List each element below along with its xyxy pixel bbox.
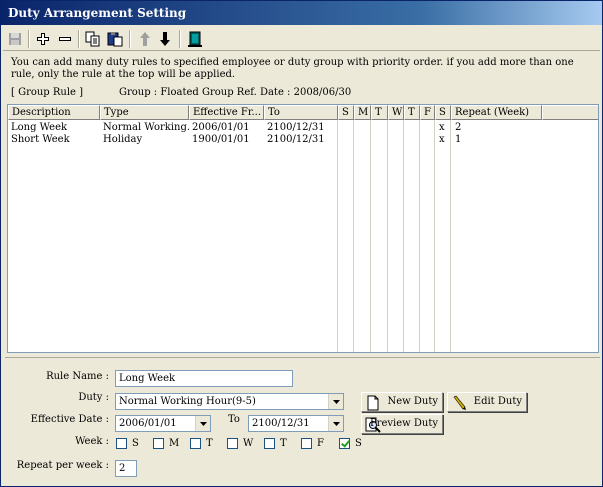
- new-document-icon: [365, 395, 381, 411]
- duty-arrangement-window: Duty Arrangement Setting You can add man…: [0, 0, 603, 487]
- week-day-checkbox-4[interactable]: [264, 438, 275, 449]
- repeat-per-week-input[interactable]: 2: [115, 460, 137, 477]
- col-header-sun[interactable]: S: [338, 105, 354, 120]
- col-header-sat[interactable]: S: [435, 105, 451, 120]
- table-cell: 2100/12/31: [267, 122, 325, 133]
- duty-label: Duty :: [78, 392, 109, 403]
- preview-duty-button[interactable]: Preview Duty: [361, 414, 443, 434]
- table-cell: 1: [455, 134, 462, 145]
- week-day-label-6: S: [355, 438, 362, 449]
- pencil-icon: [451, 395, 467, 411]
- week-day-label-2: T: [206, 438, 213, 449]
- to-label: To: [228, 414, 240, 425]
- week-day-checkbox-0[interactable]: [116, 438, 127, 449]
- arrow-down-icon[interactable]: [155, 29, 175, 49]
- table-cell: Holiday: [103, 134, 143, 145]
- col-header-tue[interactable]: T: [371, 105, 388, 120]
- week-day-label-1: M: [169, 438, 180, 449]
- week-day-label-3: W: [243, 438, 254, 449]
- chevron-down-icon[interactable]: [195, 416, 210, 431]
- table-cell: Normal Working...: [103, 122, 189, 133]
- info-text: You can add many duty rules to specified…: [11, 57, 574, 80]
- week-day-label-5: F: [317, 438, 324, 449]
- paste-icon[interactable]: [105, 29, 125, 49]
- toolbar: [3, 27, 600, 51]
- week-day-label-0: S: [132, 438, 139, 449]
- rule-name-input[interactable]: Long Week: [115, 370, 293, 387]
- duty-rule-table[interactable]: Description Type Effective Fr... To S M …: [7, 104, 599, 353]
- effective-from-picker[interactable]: 2006/01/01: [115, 415, 211, 432]
- chevron-down-icon[interactable]: [328, 394, 343, 409]
- week-day-checkbox-3[interactable]: [227, 438, 238, 449]
- rule-edit-form: Rule Name : Long Week Duty : Normal Work…: [5, 357, 600, 485]
- week-label: Week :: [75, 436, 109, 447]
- table-cell: x: [439, 122, 445, 133]
- col-header-repeat[interactable]: Repeat (Week): [451, 105, 542, 120]
- col-header-thu[interactable]: T: [404, 105, 420, 120]
- col-header-filler: [542, 105, 598, 120]
- group-info: Group : Floated Group Ref. Date : 2008/0…: [119, 87, 352, 98]
- exit-door-icon[interactable]: [185, 29, 205, 49]
- col-header-wed[interactable]: W: [388, 105, 404, 120]
- plus-icon[interactable]: [33, 29, 53, 49]
- table-cell: 2: [455, 122, 462, 133]
- table-row[interactable]: Long Week: [8, 122, 100, 134]
- table-cell: 1900/01/01: [192, 134, 250, 145]
- col-header-description[interactable]: Description: [8, 105, 100, 120]
- chevron-down-icon[interactable]: [328, 416, 343, 431]
- new-duty-button[interactable]: New Duty: [361, 392, 443, 412]
- duty-select-value: Normal Working Hour(9-5): [119, 396, 256, 407]
- effective-to-picker[interactable]: 2100/12/31: [248, 415, 344, 432]
- effective-from-value: 2006/01/01: [119, 418, 177, 429]
- window-title: Duty Arrangement Setting: [1, 1, 602, 25]
- week-day-label-4: T: [280, 438, 287, 449]
- table-row[interactable]: Short Week: [8, 134, 100, 146]
- rule-name-label: Rule Name :: [46, 371, 109, 382]
- table-cell: 2006/01/01: [192, 122, 250, 133]
- table-cell: 2100/12/31: [267, 134, 325, 145]
- table-cell: x: [439, 134, 445, 145]
- edit-duty-button[interactable]: Edit Duty: [447, 392, 527, 412]
- effective-date-label: Effective Date :: [30, 414, 109, 425]
- col-header-mon[interactable]: M: [354, 105, 371, 120]
- week-day-checkbox-2[interactable]: [190, 438, 201, 449]
- repeat-per-week-label: Repeat per week :: [16, 460, 109, 471]
- group-rule-label: [ Group Rule ]: [11, 87, 84, 98]
- week-day-checkbox-6[interactable]: [339, 438, 350, 449]
- minus-icon[interactable]: [55, 29, 75, 49]
- col-header-to[interactable]: To: [264, 105, 338, 120]
- effective-to-value: 2100/12/31: [252, 418, 310, 429]
- week-day-checkbox-1[interactable]: [153, 438, 164, 449]
- col-header-type[interactable]: Type: [100, 105, 189, 120]
- col-header-effective-from[interactable]: Effective Fr...: [189, 105, 264, 120]
- col-header-fri[interactable]: F: [420, 105, 435, 120]
- arrow-up-icon[interactable]: [135, 29, 155, 49]
- save-icon[interactable]: [5, 29, 25, 49]
- week-day-checkbox-5[interactable]: [301, 438, 312, 449]
- copy-icon[interactable]: [83, 29, 103, 49]
- duty-select[interactable]: Normal Working Hour(9-5): [115, 393, 344, 410]
